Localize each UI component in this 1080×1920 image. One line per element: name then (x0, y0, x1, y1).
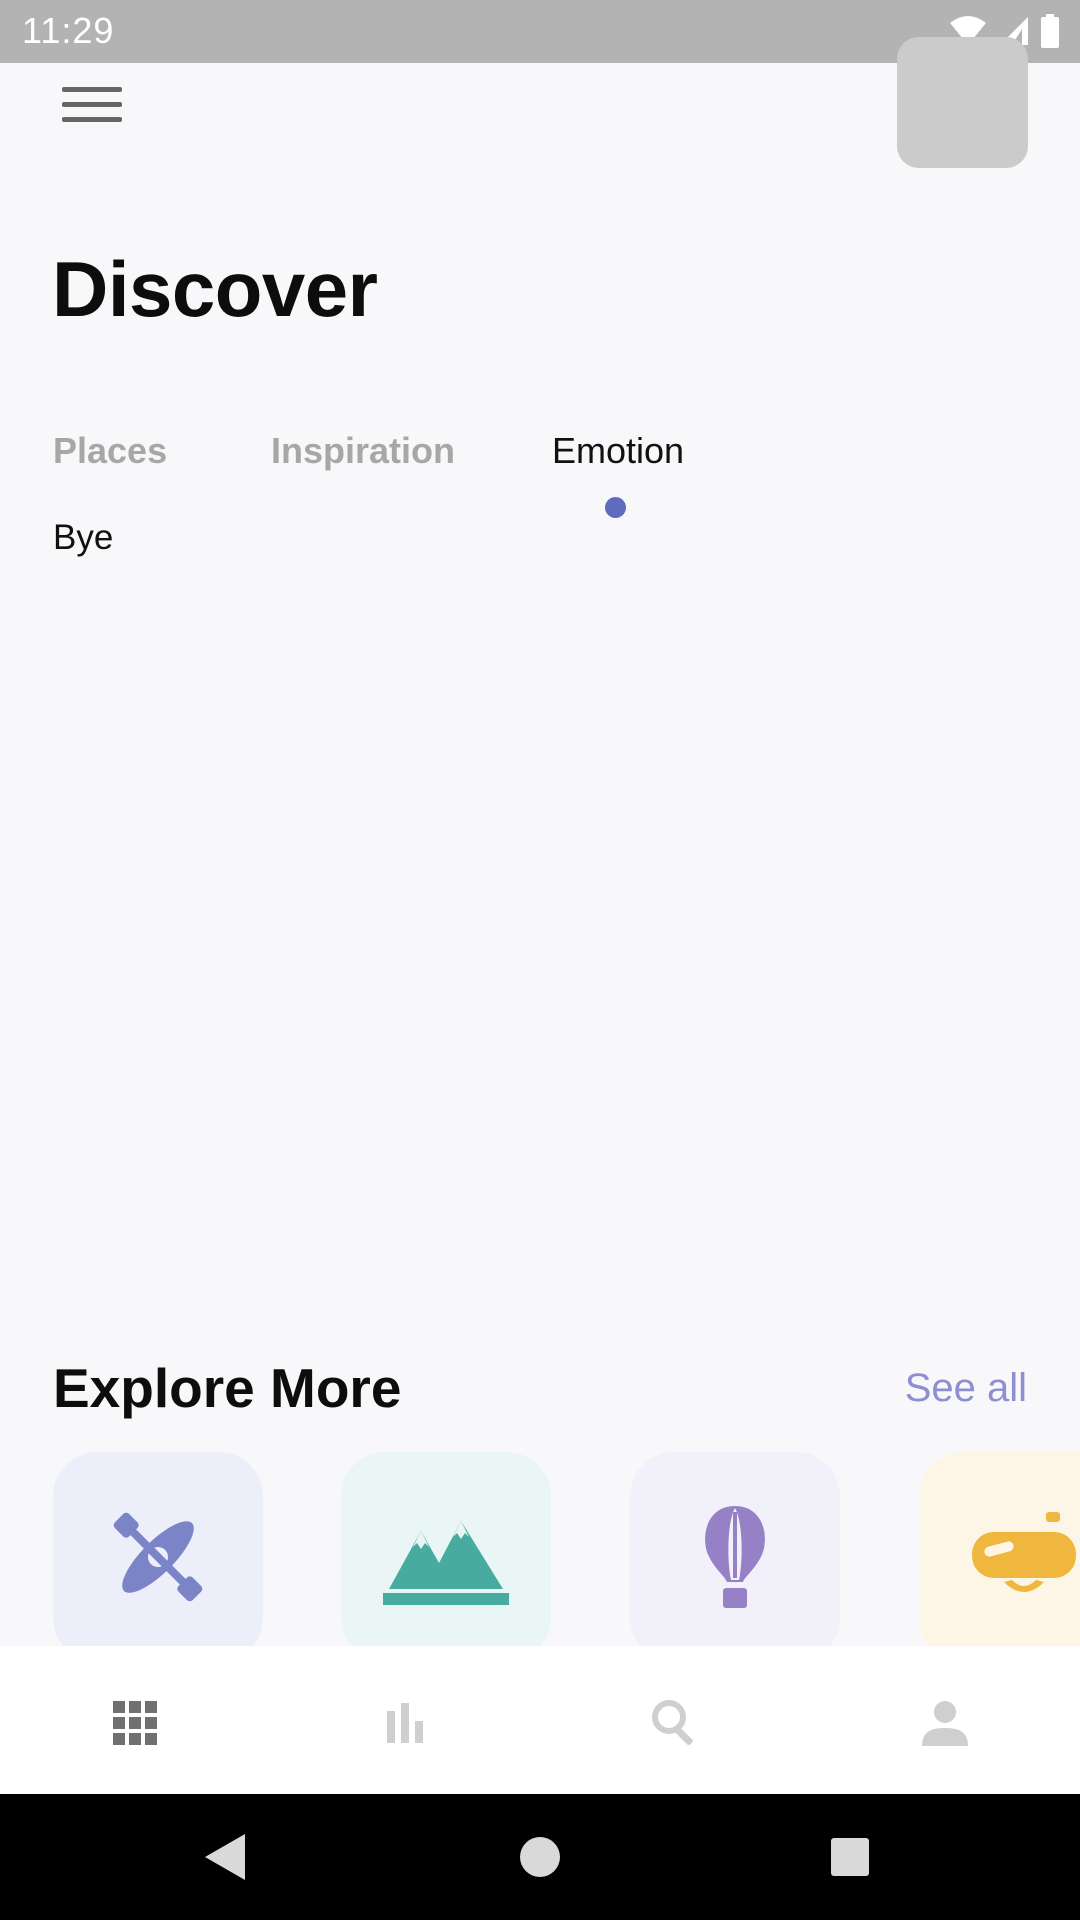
tab-emotion[interactable]: Emotion (552, 430, 684, 472)
explore-card-diving[interactable] (919, 1452, 1080, 1662)
active-tab-indicator (605, 497, 626, 518)
home-circle-icon (520, 1837, 560, 1877)
screen: 11:29 Discover Places Inspiration Emotio… (0, 0, 1080, 1920)
system-back-button[interactable] (190, 1822, 260, 1892)
system-home-button[interactable] (505, 1822, 575, 1892)
status-time: 11:29 (22, 10, 115, 51)
see-all-link[interactable]: See all (905, 1366, 1027, 1411)
nav-stats[interactable] (370, 1688, 440, 1758)
grid-apps-icon (113, 1701, 157, 1745)
explore-card-balloon[interactable] (630, 1452, 840, 1662)
tab-places[interactable]: Places (53, 430, 167, 472)
explore-card-kayak[interactable] (53, 1452, 263, 1662)
explore-card-mountains[interactable] (341, 1452, 551, 1662)
person-icon (922, 1701, 968, 1746)
top-right-placeholder[interactable] (897, 37, 1028, 168)
hamburger-menu-icon[interactable] (52, 72, 132, 136)
back-triangle-icon (205, 1834, 245, 1880)
battery-icon (1041, 14, 1059, 48)
menu-line (62, 116, 122, 122)
system-recents-button[interactable] (815, 1822, 885, 1892)
tab-inspiration[interactable]: Inspiration (271, 430, 455, 472)
diving-mask-icon (972, 1512, 1076, 1592)
nav-search[interactable] (640, 1688, 710, 1758)
hot-air-balloon-icon (705, 1506, 765, 1608)
tab-content-text: Bye (53, 518, 114, 557)
bottom-navigation (0, 1646, 1080, 1794)
explore-more-title: Explore More (53, 1357, 402, 1419)
search-icon (652, 1700, 693, 1746)
explore-cards (53, 1452, 1080, 1662)
bar-chart-icon (387, 1703, 423, 1743)
mountains-icon (383, 1521, 509, 1605)
menu-line (62, 86, 122, 92)
nav-profile[interactable] (910, 1688, 980, 1758)
menu-line (62, 101, 122, 107)
recents-square-icon (831, 1838, 869, 1876)
nav-grid[interactable] (100, 1688, 170, 1758)
kayak-icon (113, 1512, 203, 1602)
page-title: Discover (52, 245, 378, 333)
system-navigation-bar (0, 1794, 1080, 1920)
